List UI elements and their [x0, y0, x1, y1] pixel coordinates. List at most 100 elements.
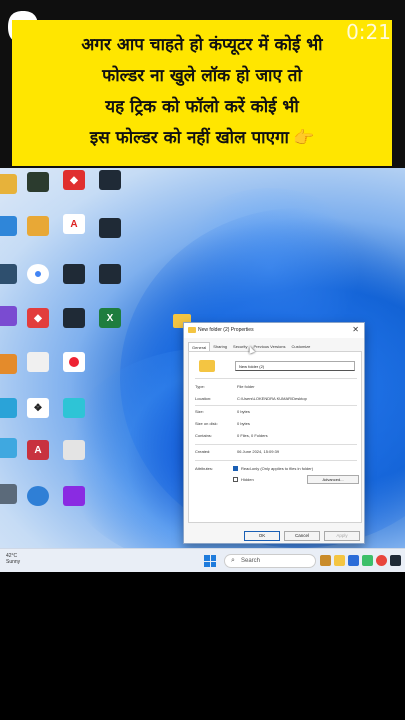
contains-value: 0 Files, 0 Folders — [237, 433, 268, 438]
size-label: Size: — [195, 409, 204, 414]
excel-icon: X — [99, 308, 121, 328]
desktop-icon[interactable]: X — [94, 308, 126, 328]
type-value: File folder — [237, 384, 255, 389]
search-icon: ⌕ — [231, 557, 235, 564]
desktop-icon[interactable] — [94, 264, 126, 284]
divider — [195, 444, 357, 445]
app-icon — [0, 398, 17, 418]
tab-sharing[interactable]: Sharing — [210, 342, 230, 351]
taskbar-search[interactable]: ⌕ Search — [224, 554, 316, 568]
desktop-icon[interactable] — [58, 398, 90, 418]
app-icon — [0, 306, 17, 326]
tab-customize[interactable]: Customize — [289, 342, 314, 351]
desktop-icon[interactable]: ◆ — [22, 308, 54, 328]
desktop-icon[interactable] — [58, 486, 90, 506]
app-icon — [0, 174, 17, 194]
desktop-icon[interactable] — [0, 216, 22, 236]
location-value: C:\Users\LOKENDRA KUMAR\Desktop — [237, 396, 307, 401]
desktop-icon[interactable] — [0, 484, 22, 504]
desktop-icon[interactable]: A — [22, 440, 54, 460]
hidden-checkbox[interactable] — [233, 477, 238, 482]
folder-icon — [27, 216, 49, 236]
divider — [195, 378, 357, 379]
desktop-icon[interactable] — [0, 264, 22, 284]
desktop-icon[interactable] — [0, 354, 22, 374]
chrome-icon[interactable] — [376, 555, 387, 566]
edge-icon[interactable] — [362, 555, 373, 566]
desktop-icon[interactable] — [0, 438, 22, 458]
desktop-icon[interactable] — [22, 352, 54, 372]
acrobat-icon: A — [63, 214, 85, 234]
app-icon — [27, 486, 49, 506]
size-value: 0 bytes — [237, 409, 250, 414]
desktop-icon[interactable] — [0, 398, 22, 418]
app-icon — [0, 354, 17, 374]
desktop-icon[interactable] — [58, 264, 90, 284]
desktop-icon[interactable] — [58, 308, 90, 328]
weather-condition: Sunny — [6, 559, 21, 565]
hidden-label: Hidden — [241, 477, 254, 482]
apply-button[interactable]: Apply — [324, 531, 360, 541]
type-label: Type: — [195, 384, 205, 389]
location-label: Location: — [195, 396, 212, 401]
ok-button[interactable]: OK — [244, 531, 280, 541]
store-icon[interactable] — [348, 555, 359, 566]
desktop-icon[interactable] — [22, 216, 54, 236]
cancel-button[interactable]: Cancel — [284, 531, 320, 541]
autocad-icon: A — [27, 440, 49, 460]
desktop-icon[interactable]: ◆ — [58, 170, 90, 190]
app-icon — [0, 216, 17, 236]
desktop-icon[interactable] — [0, 174, 22, 194]
search-placeholder: Search — [241, 558, 261, 564]
hindi-caption: अगर आप चाहते हो कंप्यूटर में कोई भी फोल्… — [12, 20, 392, 166]
weather-widget[interactable]: 42°C Sunny — [6, 553, 20, 565]
desktop-icon[interactable]: A — [58, 214, 90, 234]
app-icon — [27, 172, 49, 192]
dialog-titlebar: New folder (2) Properties ✕ — [184, 323, 364, 338]
desktop-icon[interactable] — [94, 170, 126, 190]
app-icon — [99, 170, 121, 190]
desktop-icon[interactable] — [22, 486, 54, 506]
size-on-disk-label: Size on disk: — [195, 421, 218, 426]
windows-start-icon[interactable] — [204, 555, 216, 567]
app-icon — [0, 438, 17, 458]
chrome-icon — [27, 264, 49, 284]
desktop-icon[interactable] — [58, 352, 90, 372]
readonly-label: Read-only (Only applies to files in fold… — [241, 466, 314, 471]
advanced-button[interactable]: Advanced... — [307, 475, 359, 484]
caption-line-4: इस फोल्डर को नहीं खोल पाएगा 👉 — [20, 123, 384, 154]
taskbar-app-icon[interactable] — [390, 555, 401, 566]
tab-previous-versions[interactable]: Previous Versions — [250, 342, 288, 351]
file-explorer-icon[interactable] — [334, 555, 345, 566]
created-value: 06 June 2024, 15:09:39 — [237, 449, 280, 454]
bottom-black-band — [0, 572, 405, 720]
app-icon — [63, 264, 85, 284]
desktop-icon[interactable] — [94, 218, 126, 238]
readonly-checkbox[interactable] — [233, 466, 238, 471]
document-icon — [63, 440, 85, 460]
desktop-icon[interactable] — [22, 264, 54, 284]
created-label: Created: — [195, 449, 211, 454]
folder-icon — [188, 327, 196, 333]
caption-line-1: अगर आप चाहते हो कंप्यूटर में कोई भी — [81, 35, 323, 55]
task-view-icon[interactable] — [320, 555, 331, 566]
contains-label: Contains: — [195, 433, 212, 438]
general-pane: New folder (2) Type: File folder Locatio… — [188, 351, 362, 523]
pointing-hand-icon: 👉 — [292, 128, 315, 148]
app-icon — [99, 218, 121, 238]
desktop-icon[interactable]: ❖ — [22, 398, 54, 418]
desktop-icon[interactable] — [0, 306, 22, 326]
app-icon — [0, 484, 17, 504]
app-icon: ◆ — [63, 170, 85, 190]
folder-icon — [199, 360, 215, 372]
caption-line-3: यह ट्रिक को फॉलो करें कोई भी — [105, 97, 299, 117]
folder-name-field[interactable]: New folder (2) — [235, 361, 355, 371]
desktop-icon[interactable] — [58, 440, 90, 460]
video-timer: 0:21 — [346, 20, 391, 44]
desktop-icon[interactable] — [22, 172, 54, 192]
app-icon — [63, 352, 85, 372]
app-icon — [99, 264, 121, 284]
tab-general[interactable]: General — [188, 342, 211, 351]
app-icon — [63, 308, 85, 328]
close-icon[interactable]: ✕ — [352, 325, 359, 334]
